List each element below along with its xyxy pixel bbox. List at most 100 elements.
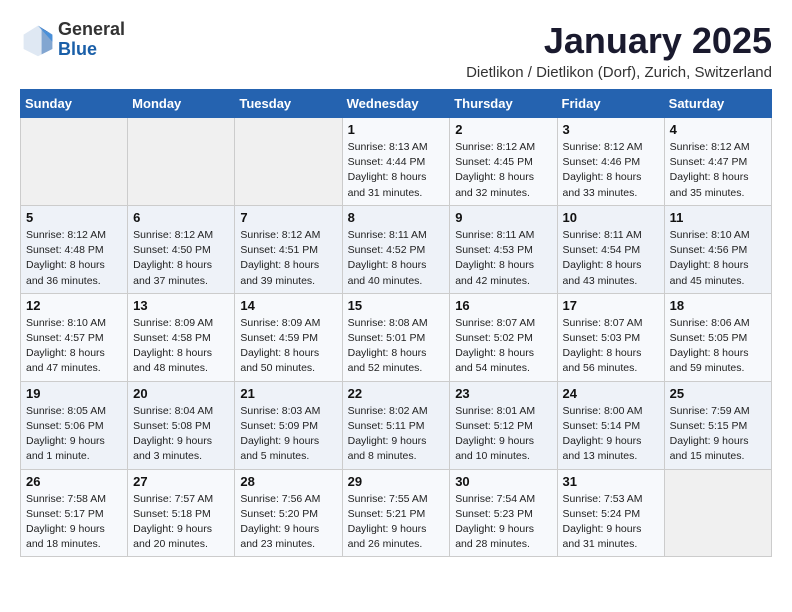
cell-w5-d6 bbox=[664, 469, 771, 557]
day-info-26: Sunrise: 7:58 AM Sunset: 5:17 PM Dayligh… bbox=[26, 492, 122, 553]
cell-w2-d2: 7Sunrise: 8:12 AM Sunset: 4:51 PM Daylig… bbox=[235, 205, 342, 293]
day-number-25: 25 bbox=[670, 386, 766, 401]
cell-w3-d1: 13Sunrise: 8:09 AM Sunset: 4:58 PM Dayli… bbox=[128, 293, 235, 381]
day-number-27: 27 bbox=[133, 474, 229, 489]
cell-w2-d4: 9 Sunrise: 8:11 AM Sunset: 4:53 PM Daylig… bbox=[450, 205, 557, 293]
cell-w1-d1 bbox=[128, 118, 235, 206]
cell-w3-d0: 12 Sunrise: 8:10 AM Sunset: 4:57 PM Dayli… bbox=[21, 293, 128, 381]
cell-w5-d0: 26 Sunrise: 7:58 AM Sunset: 5:17 PM Dayli… bbox=[21, 469, 128, 557]
day-info-12: Sunrise: 8:10 AM Sunset: 4:57 PM Dayligh… bbox=[26, 316, 122, 377]
cell-w4-d4: 23 Sunrise: 8:01 AM Sunset: 5:12 PM Dayli… bbox=[450, 381, 557, 469]
cell-w5-d3: 29Sunrise: 7:55 AM Sunset: 5:21 PM Dayli… bbox=[342, 469, 450, 557]
day-number-28: 28 bbox=[240, 474, 336, 489]
day-number-30: 30 bbox=[455, 474, 551, 489]
logo: General Blue bbox=[20, 20, 125, 60]
day-info-6: Sunrise: 8:12 AM Sunset: 4:50 PM Dayligh… bbox=[133, 228, 229, 289]
day-info-15: Sunrise: 8:08 AM Sunset: 5:01 PM Dayligh… bbox=[348, 316, 445, 377]
col-monday: Monday bbox=[128, 90, 235, 118]
day-info-25: Sunrise: 7:59 AM Sunset: 5:15 PM Dayligh… bbox=[670, 404, 766, 465]
day-info-17: Sunrise: 8:07 AM Sunset: 5:03 PM Dayligh… bbox=[563, 316, 659, 377]
day-info-29: Sunrise: 7:55 AM Sunset: 5:21 PM Dayligh… bbox=[348, 492, 445, 553]
title-block: January 2025 Dietlikon / Dietlikon (Dorf… bbox=[466, 20, 772, 81]
week-row-4: 19Sunrise: 8:05 AM Sunset: 5:06 PM Dayli… bbox=[21, 381, 772, 469]
day-number-8: 8 bbox=[348, 210, 445, 225]
day-number-31: 31 bbox=[563, 474, 659, 489]
day-number-9: 9 bbox=[455, 210, 551, 225]
day-number-17: 17 bbox=[563, 298, 659, 313]
day-info-7: Sunrise: 8:12 AM Sunset: 4:51 PM Dayligh… bbox=[240, 228, 336, 289]
cell-w1-d3: 1Sunrise: 8:13 AM Sunset: 4:44 PM Daylig… bbox=[342, 118, 450, 206]
day-info-22: Sunrise: 8:02 AM Sunset: 5:11 PM Dayligh… bbox=[348, 404, 445, 465]
day-info-4: Sunrise: 8:12 AM Sunset: 4:47 PM Dayligh… bbox=[670, 140, 766, 201]
day-number-22: 22 bbox=[348, 386, 445, 401]
cell-w3-d6: 18Sunrise: 8:06 AM Sunset: 5:05 PM Dayli… bbox=[664, 293, 771, 381]
day-number-23: 23 bbox=[455, 386, 551, 401]
day-info-24: Sunrise: 8:00 AM Sunset: 5:14 PM Dayligh… bbox=[563, 404, 659, 465]
day-info-30: Sunrise: 7:54 AM Sunset: 5:23 PM Dayligh… bbox=[455, 492, 551, 553]
logo-text: General Blue bbox=[58, 20, 125, 60]
calendar-subtitle: Dietlikon / Dietlikon (Dorf), Zurich, Sw… bbox=[466, 64, 772, 81]
page: General Blue January 2025 Dietlikon / Di… bbox=[0, 0, 792, 567]
day-info-8: Sunrise: 8:11 AM Sunset: 4:52 PM Dayligh… bbox=[348, 228, 445, 289]
week-row-5: 26 Sunrise: 7:58 AM Sunset: 5:17 PM Dayli… bbox=[21, 469, 772, 557]
day-number-19: 19 bbox=[26, 386, 122, 401]
day-info-28: Sunrise: 7:56 AM Sunset: 5:20 PM Dayligh… bbox=[240, 492, 336, 553]
day-number-16: 16 bbox=[455, 298, 551, 313]
day-number-4: 4 bbox=[670, 122, 766, 137]
day-info-18: Sunrise: 8:06 AM Sunset: 5:05 PM Dayligh… bbox=[670, 316, 766, 377]
day-number-24: 24 bbox=[563, 386, 659, 401]
day-info-31: Sunrise: 7:53 AM Sunset: 5:24 PM Dayligh… bbox=[563, 492, 659, 553]
col-wednesday: Wednesday bbox=[342, 90, 450, 118]
cell-w3-d3: 15 Sunrise: 8:08 AM Sunset: 5:01 PM Dayli… bbox=[342, 293, 450, 381]
col-saturday: Saturday bbox=[664, 90, 771, 118]
logo-general: General bbox=[58, 20, 125, 40]
day-number-26: 26 bbox=[26, 474, 122, 489]
day-info-11: Sunrise: 8:10 AM Sunset: 4:56 PM Dayligh… bbox=[670, 228, 766, 289]
day-info-3: Sunrise: 8:12 AM Sunset: 4:46 PM Dayligh… bbox=[563, 140, 659, 201]
day-number-10: 10 bbox=[563, 210, 659, 225]
day-info-20: Sunrise: 8:04 AM Sunset: 5:08 PM Dayligh… bbox=[133, 404, 229, 465]
cell-w1-d0 bbox=[21, 118, 128, 206]
col-thursday: Thursday bbox=[450, 90, 557, 118]
day-number-12: 12 bbox=[26, 298, 122, 313]
logo-icon bbox=[20, 22, 56, 58]
cell-w4-d6: 25 Sunrise: 7:59 AM Sunset: 5:15 PM Dayli… bbox=[664, 381, 771, 469]
cell-w4-d3: 22 Sunrise: 8:02 AM Sunset: 5:11 PM Dayli… bbox=[342, 381, 450, 469]
cell-w1-d5: 3Sunrise: 8:12 AM Sunset: 4:46 PM Daylig… bbox=[557, 118, 664, 206]
day-info-10: Sunrise: 8:11 AM Sunset: 4:54 PM Dayligh… bbox=[563, 228, 659, 289]
cell-w4-d2: 21Sunrise: 8:03 AM Sunset: 5:09 PM Dayli… bbox=[235, 381, 342, 469]
cell-w5-d2: 28 Sunrise: 7:56 AM Sunset: 5:20 PM Dayli… bbox=[235, 469, 342, 557]
cell-w2-d1: 6 Sunrise: 8:12 AM Sunset: 4:50 PM Daylig… bbox=[128, 205, 235, 293]
cell-w5-d1: 27Sunrise: 7:57 AM Sunset: 5:18 PM Dayli… bbox=[128, 469, 235, 557]
calendar-table: Sunday Monday Tuesday Wednesday Thursday… bbox=[20, 89, 772, 557]
day-info-9: Sunrise: 8:11 AM Sunset: 4:53 PM Dayligh… bbox=[455, 228, 551, 289]
day-number-2: 2 bbox=[455, 122, 551, 137]
cell-w4-d1: 20 Sunrise: 8:04 AM Sunset: 5:08 PM Dayli… bbox=[128, 381, 235, 469]
week-row-2: 5Sunrise: 8:12 AM Sunset: 4:48 PM Daylig… bbox=[21, 205, 772, 293]
calendar-header: Sunday Monday Tuesday Wednesday Thursday… bbox=[21, 90, 772, 118]
col-tuesday: Tuesday bbox=[235, 90, 342, 118]
cell-w4-d0: 19Sunrise: 8:05 AM Sunset: 5:06 PM Dayli… bbox=[21, 381, 128, 469]
day-info-23: Sunrise: 8:01 AM Sunset: 5:12 PM Dayligh… bbox=[455, 404, 551, 465]
cell-w3-d2: 14Sunrise: 8:09 AM Sunset: 4:59 PM Dayli… bbox=[235, 293, 342, 381]
day-number-20: 20 bbox=[133, 386, 229, 401]
header: General Blue January 2025 Dietlikon / Di… bbox=[20, 20, 772, 81]
cell-w1-d6: 4 Sunrise: 8:12 AM Sunset: 4:47 PM Daylig… bbox=[664, 118, 771, 206]
day-number-6: 6 bbox=[133, 210, 229, 225]
col-sunday: Sunday bbox=[21, 90, 128, 118]
day-number-1: 1 bbox=[348, 122, 445, 137]
calendar-title: January 2025 bbox=[466, 20, 772, 62]
cell-w5-d5: 31 Sunrise: 7:53 AM Sunset: 5:24 PM Dayli… bbox=[557, 469, 664, 557]
day-info-2: Sunrise: 8:12 AM Sunset: 4:45 PM Dayligh… bbox=[455, 140, 551, 201]
day-info-14: Sunrise: 8:09 AM Sunset: 4:59 PM Dayligh… bbox=[240, 316, 336, 377]
cell-w4-d5: 24 Sunrise: 8:00 AM Sunset: 5:14 PM Dayli… bbox=[557, 381, 664, 469]
logo-blue: Blue bbox=[58, 40, 125, 60]
cell-w2-d5: 10 Sunrise: 8:11 AM Sunset: 4:54 PM Dayli… bbox=[557, 205, 664, 293]
day-number-15: 15 bbox=[348, 298, 445, 313]
col-friday: Friday bbox=[557, 90, 664, 118]
week-row-1: 1Sunrise: 8:13 AM Sunset: 4:44 PM Daylig… bbox=[21, 118, 772, 206]
week-row-3: 12 Sunrise: 8:10 AM Sunset: 4:57 PM Dayli… bbox=[21, 293, 772, 381]
header-row: Sunday Monday Tuesday Wednesday Thursday… bbox=[21, 90, 772, 118]
day-number-5: 5 bbox=[26, 210, 122, 225]
cell-w1-d2 bbox=[235, 118, 342, 206]
